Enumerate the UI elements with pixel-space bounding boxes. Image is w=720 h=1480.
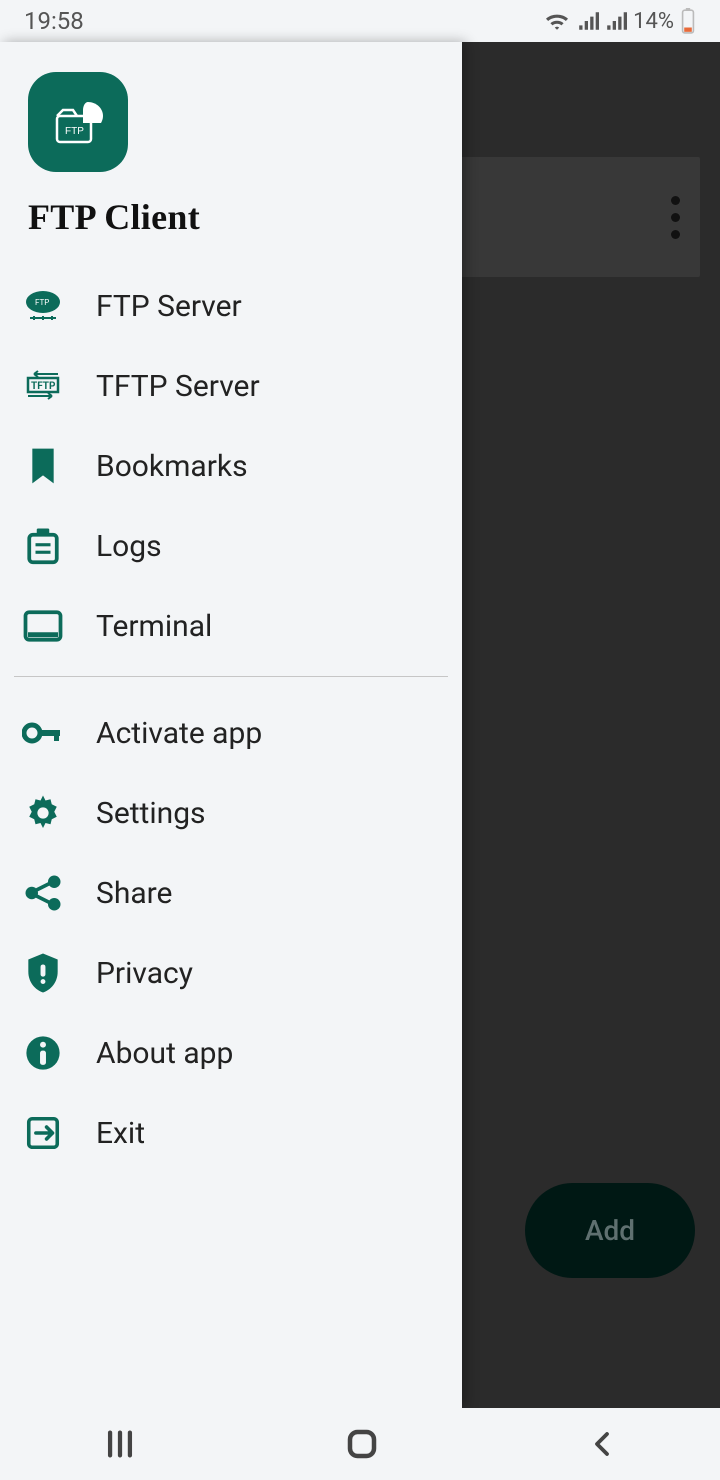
drawer-item-share[interactable]: Share — [0, 853, 462, 933]
drawer-item-terminal[interactable]: Terminal — [0, 586, 462, 666]
drawer-item-bookmarks[interactable]: Bookmarks — [0, 426, 462, 506]
navigation-drawer: FTP FTP Client FTP FTP Server TFTP TFTP … — [0, 42, 462, 1408]
battery-pct: 14% — [633, 9, 674, 34]
recents-button[interactable] — [103, 1427, 137, 1461]
info-icon — [20, 1034, 66, 1072]
drawer-item-ftp-server[interactable]: FTP FTP Server — [0, 266, 462, 346]
drawer-item-label: FTP Server — [96, 289, 242, 324]
divider — [14, 676, 448, 677]
logs-icon — [20, 526, 66, 566]
share-icon — [20, 873, 66, 913]
drawer-item-label: About app — [96, 1036, 233, 1071]
drawer-item-tftp-server[interactable]: TFTP TFTP Server — [0, 346, 462, 426]
bookmark-icon — [20, 446, 66, 486]
drawer-item-about[interactable]: About app — [0, 1013, 462, 1093]
drawer-item-privacy[interactable]: Privacy — [0, 933, 462, 1013]
gear-icon — [20, 793, 66, 833]
drawer-item-label: Logs — [96, 529, 162, 564]
drawer-item-label: Settings — [96, 796, 206, 831]
drawer-item-label: Terminal — [96, 609, 212, 644]
add-button[interactable]: Add — [525, 1183, 695, 1278]
drawer-header: FTP FTP Client — [0, 42, 462, 248]
back-button[interactable] — [587, 1429, 617, 1459]
svg-text:FTP: FTP — [65, 126, 84, 137]
status-right: 14% — [543, 8, 696, 34]
android-nav-bar — [0, 1408, 720, 1480]
drawer-item-label: Exit — [96, 1116, 145, 1151]
wifi-icon — [543, 10, 571, 32]
ftp-server-icon: FTP — [20, 288, 66, 324]
tftp-server-icon: TFTP — [20, 368, 66, 404]
home-button[interactable] — [344, 1426, 380, 1462]
drawer-menu: FTP FTP Server TFTP TFTP Server Bookmark… — [0, 248, 462, 1173]
exit-icon — [20, 1114, 66, 1152]
battery-icon — [680, 8, 696, 34]
status-bar: 19:58 14% — [0, 0, 720, 42]
drawer-item-label: Activate app — [96, 716, 262, 751]
signal-icon — [577, 10, 599, 32]
drawer-item-exit[interactable]: Exit — [0, 1093, 462, 1173]
drawer-item-settings[interactable]: Settings — [0, 773, 462, 853]
drawer-item-label: TFTP Server — [96, 369, 260, 404]
terminal-icon — [20, 609, 66, 643]
svg-text:FTP: FTP — [35, 298, 49, 307]
status-time: 19:58 — [24, 7, 84, 35]
overflow-menu-button[interactable] — [671, 196, 680, 239]
app-bar — [440, 157, 700, 277]
drawer-item-logs[interactable]: Logs — [0, 506, 462, 586]
key-icon — [20, 721, 66, 745]
drawer-item-label: Privacy — [96, 956, 193, 991]
app-title: FTP Client — [28, 196, 434, 238]
drawer-item-activate[interactable]: Activate app — [0, 693, 462, 773]
shield-icon — [20, 951, 66, 995]
signal-icon-2 — [605, 10, 627, 32]
drawer-item-label: Share — [96, 876, 172, 911]
drawer-item-label: Bookmarks — [96, 449, 248, 484]
svg-text:TFTP: TFTP — [31, 381, 56, 392]
app-logo-icon: FTP — [28, 72, 128, 172]
